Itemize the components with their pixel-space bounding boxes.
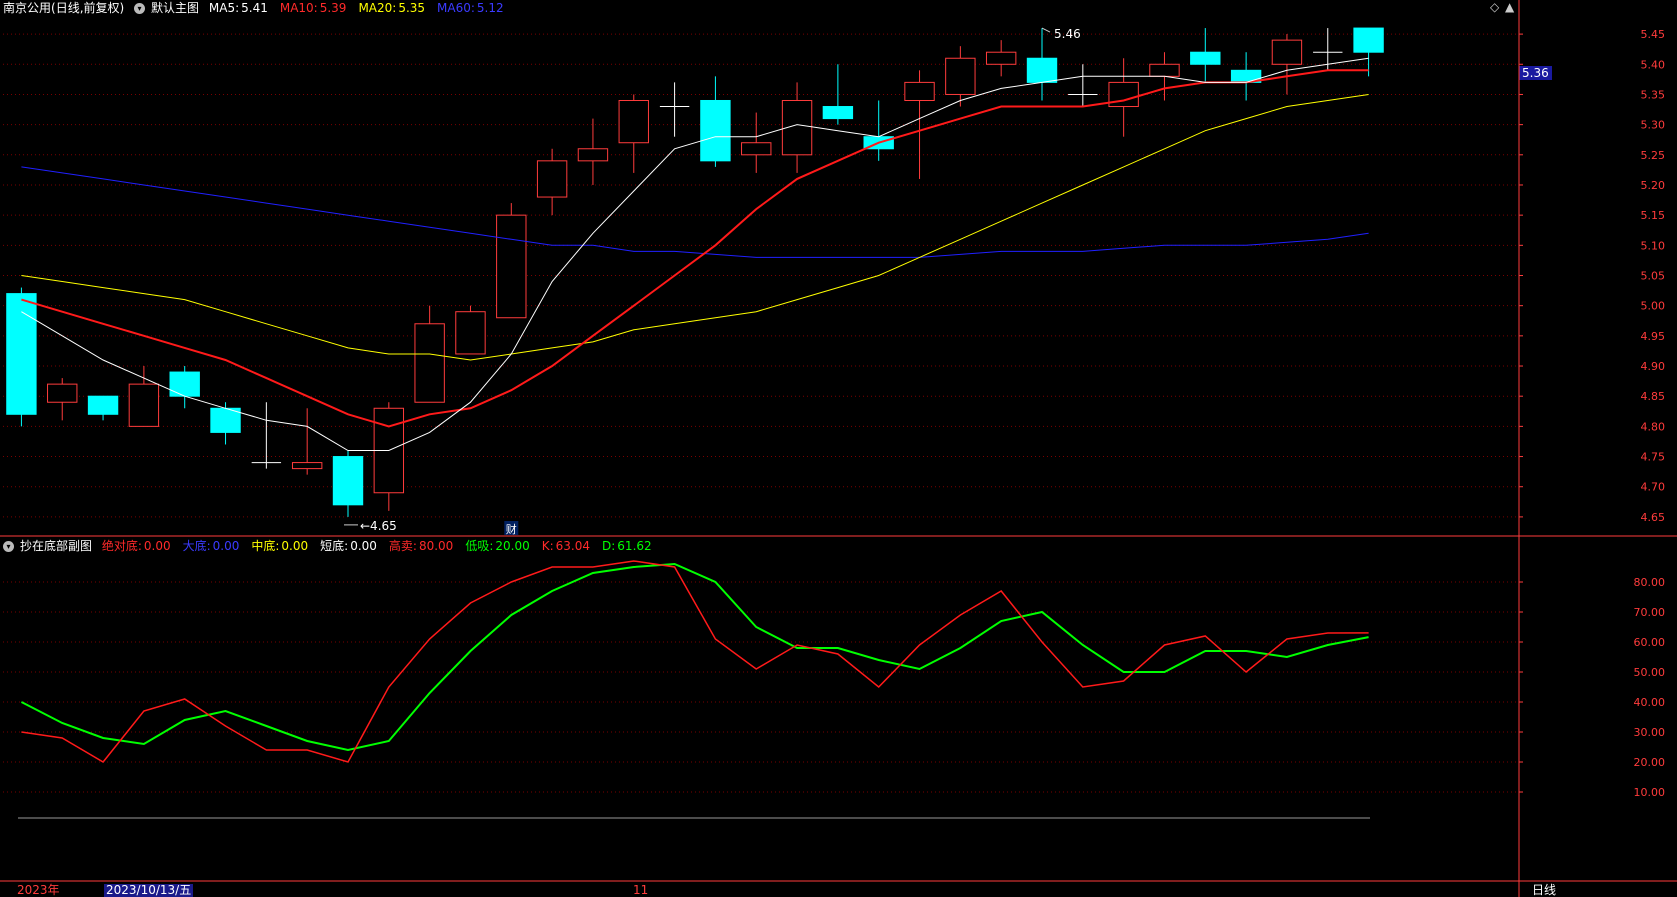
candle-body [210,407,241,433]
y-tick-label: 40.00 [1634,696,1666,709]
candle-body [1026,57,1058,83]
y-tick-label: 30.00 [1634,726,1666,739]
ma10-line [21,69,1369,428]
candle-body [577,148,609,162]
y-tick-label: 70.00 [1634,606,1666,619]
candle-body [822,106,854,120]
candle-body [169,371,200,397]
d-line [20,562,1369,752]
candle-body [455,311,486,355]
ma60-line [21,166,1369,258]
y-tick-label: 5.45 [1641,28,1666,41]
y-tick-label: 4.95 [1641,330,1666,343]
candle-body [87,395,119,415]
ma20-line [21,94,1369,361]
candle-body [291,462,323,470]
y-tick-label: 5.20 [1641,179,1666,192]
candle-body [945,57,976,95]
y-tick-label: 4.80 [1641,420,1666,433]
y-tick-label: 5.35 [1641,88,1666,101]
y-tick-label: 4.75 [1641,451,1666,464]
candle-body [904,81,935,101]
candle-body [985,51,1017,65]
candle-body [47,383,78,403]
low-price-label: ←4.65 [360,519,397,533]
candle-body [618,99,649,144]
y-tick-label: 5.15 [1641,209,1666,222]
y-tick-label: 5.30 [1641,119,1666,132]
y-tick-label: 20.00 [1634,756,1666,769]
y-tick-label: 4.65 [1641,511,1666,524]
y-tick-label: 4.70 [1641,481,1666,494]
candle-body [332,456,364,506]
candle-body [1271,39,1303,65]
y-tick-label: 60.00 [1634,636,1666,649]
candle-body [1353,27,1384,53]
y-tick-label: 4.90 [1641,360,1666,373]
candle-body [1190,51,1221,65]
high-price-label: 5.46 [1054,27,1081,41]
candle-body [496,214,527,319]
y-tick-label: 5.05 [1641,270,1666,283]
candle-body [741,142,772,156]
candle-body [536,160,568,198]
y-tick-label: 50.00 [1634,666,1666,679]
y-tick-label: 5.10 [1641,239,1666,252]
y-tick-label: 5.40 [1641,58,1666,71]
high-marker-line [1041,27,1051,33]
y-tick-label: 5.00 [1641,300,1666,313]
candle-body [1149,63,1180,77]
y-tick-label: 4.85 [1641,390,1666,403]
y-tick-label: 80.00 [1634,576,1666,589]
candle-body [700,99,731,162]
y-tick-label: 10.00 [1634,786,1666,799]
finance-marker: 财 [506,522,517,536]
candle-body [414,323,445,403]
ma5-line [21,57,1369,451]
candle-body [128,383,160,427]
chart-canvas[interactable]: 4.65 4.70 4.75 4.80 4.85 4.90 4.95 5.00 5.05 5.10… [0,0,1677,897]
y-tick-label: 5.25 [1641,149,1666,162]
